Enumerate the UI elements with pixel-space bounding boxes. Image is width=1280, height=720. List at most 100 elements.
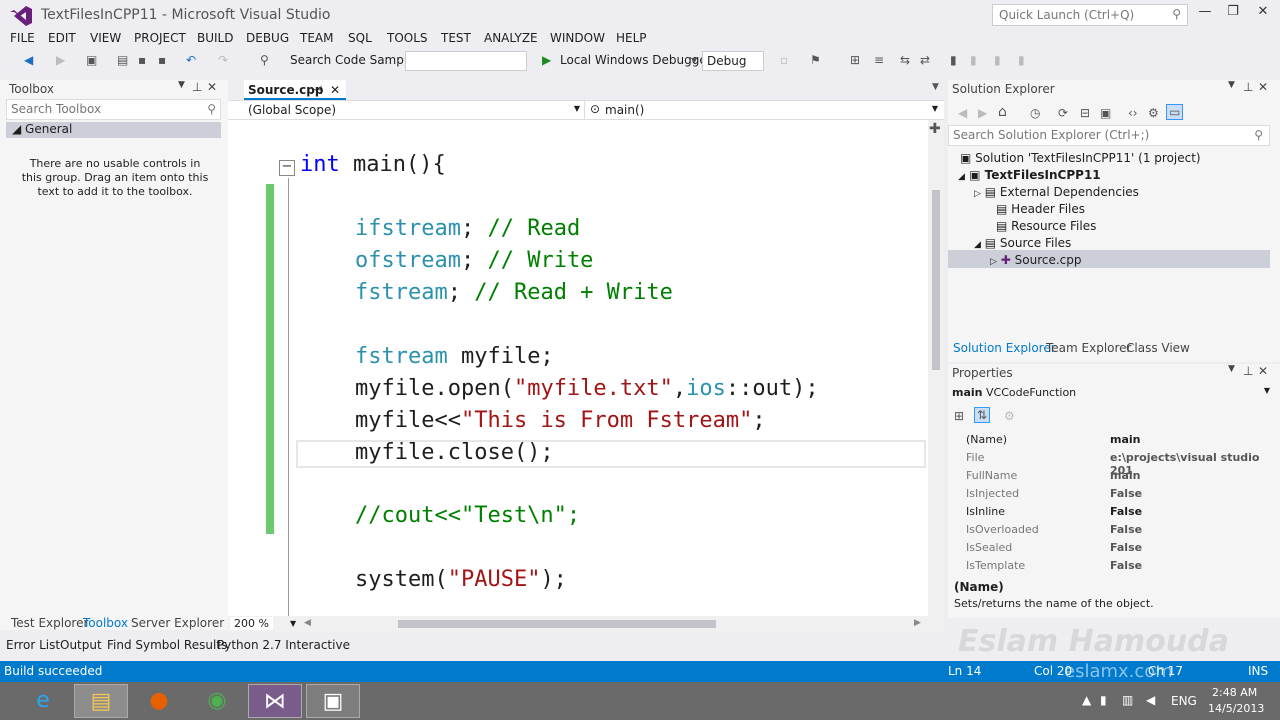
forward-icon[interactable]: ▶	[978, 106, 987, 120]
maximize-button[interactable]: ❐	[1218, 4, 1248, 24]
tab-class-view[interactable]: Class View	[1126, 341, 1190, 355]
home-icon[interactable]: ⌂	[998, 104, 1007, 120]
scroll-left-icon[interactable]: ◀	[304, 618, 311, 628]
config-select[interactable]: Debug	[702, 51, 764, 71]
refresh-icon[interactable]: ⟳	[1058, 106, 1068, 120]
tab-server-explorer[interactable]: Server Explorer	[131, 616, 224, 630]
minimize-button[interactable]: —	[1190, 4, 1220, 24]
tab-error-list[interactable]: Error List	[6, 638, 60, 652]
toolbox-search-input[interactable]: Search Toolbox ⚲	[6, 99, 221, 120]
quick-launch-input[interactable]: Quick Launch (Ctrl+Q) ⚲	[992, 4, 1188, 26]
close-button[interactable]: ✕	[1248, 4, 1278, 24]
back-icon[interactable]: ◀	[24, 53, 33, 67]
vertical-scrollbar[interactable]	[928, 120, 944, 616]
close-icon[interactable]: ✕	[207, 80, 217, 94]
menu-file[interactable]: FILE	[10, 31, 35, 45]
toolbar-icon-6[interactable]: ⇄	[920, 53, 930, 67]
toolbar-icon-3[interactable]: ⊞	[850, 53, 860, 67]
tree-item-solution[interactable]: ▣ Solution 'TextFilesInCPP11' (1 project…	[960, 151, 1201, 165]
volume-icon[interactable]: ◀	[1146, 693, 1155, 707]
toolbar-icon-2[interactable]: ⚑	[810, 53, 821, 67]
dropdown-icon[interactable]: ▼	[1228, 364, 1235, 374]
scroll-thumb[interactable]	[398, 620, 716, 628]
code-editor[interactable]	[228, 120, 928, 616]
menu-test[interactable]: TEST	[441, 31, 471, 45]
network-icon[interactable]: ▥	[1122, 693, 1133, 707]
preview-icon[interactable]: ▭	[1166, 104, 1184, 120]
categorized-icon[interactable]: ⊞	[954, 409, 964, 423]
tray-arrow-icon[interactable]: ▲	[1082, 693, 1091, 707]
internet-explorer-icon[interactable]: e	[16, 684, 70, 718]
dropdown-icon[interactable]: ▼	[1228, 80, 1235, 90]
chrome-icon[interactable]: ◉	[190, 684, 244, 718]
chevron-down-icon[interactable]: ▼	[691, 56, 697, 65]
tree-item-source-files[interactable]: ◢ ▤ Source Files	[974, 236, 1071, 250]
forward-icon[interactable]: ▶	[56, 53, 65, 67]
bookmark-prev-icon[interactable]: ▮	[970, 53, 977, 67]
save-icon[interactable]: ▪	[138, 53, 146, 67]
scope-select[interactable]: (Global Scope) ▼	[228, 101, 585, 119]
debugger-button[interactable]: Local Windows Debugger	[560, 53, 712, 67]
horizontal-scrollbar[interactable]: 200 % ▼ ◀ ▶	[228, 616, 944, 632]
menu-view[interactable]: VIEW	[90, 31, 121, 45]
toolbar-icon-1[interactable]: ▫	[780, 53, 788, 67]
tree-item-header-files[interactable]: ▤ Header Files	[996, 202, 1085, 216]
tab-test-explorer[interactable]: Test Explorer	[11, 616, 88, 630]
tree-item-external-deps[interactable]: ▷ ▤ External Dependencies	[974, 185, 1139, 199]
menu-tools[interactable]: TOOLS	[387, 31, 428, 45]
show-all-files-icon[interactable]: ▣	[1100, 106, 1111, 120]
collapse-all-icon[interactable]: ⊟	[1080, 106, 1090, 120]
toolbar-icon-5[interactable]: ⇆	[900, 53, 910, 67]
tab-toolbox[interactable]: Toolbox	[83, 616, 128, 630]
tree-item-project[interactable]: ◢ ▣ TextFilesInCPP11	[958, 168, 1101, 182]
sync-icon[interactable]: ◷	[1030, 106, 1040, 120]
tree-item-resource-files[interactable]: ▤ Resource Files	[996, 219, 1096, 233]
file-explorer-icon[interactable]: ▤	[74, 684, 128, 718]
alphabetical-icon[interactable]: ⇅	[974, 407, 991, 423]
tab-team-explorer[interactable]: Team Explorer	[1046, 341, 1132, 355]
menu-team[interactable]: TEAM	[300, 31, 333, 45]
firefox-icon[interactable]: ●	[132, 684, 186, 718]
menu-edit[interactable]: EDIT	[48, 31, 76, 45]
menu-window[interactable]: WINDOW	[550, 31, 605, 45]
view-code-icon[interactable]: ‹›	[1128, 106, 1138, 120]
menu-build[interactable]: BUILD	[197, 31, 233, 45]
start-debug-icon[interactable]: ▶	[542, 53, 551, 67]
media-app-icon[interactable]: ▣	[306, 684, 360, 718]
scroll-right-icon[interactable]: ▶	[914, 618, 921, 628]
tab-output[interactable]: Output	[60, 638, 102, 652]
bookmark-clear-icon[interactable]: ▮	[1018, 53, 1025, 67]
search-samples-input[interactable]	[405, 51, 527, 71]
pin-icon[interactable]: ⊥	[1243, 364, 1253, 378]
tab-python-interactive[interactable]: Python 2.7 Interactive	[217, 638, 350, 652]
split-icon[interactable]: ✚	[929, 121, 941, 137]
tab-find-symbol-results[interactable]: Find Symbol Results	[107, 638, 227, 652]
close-icon[interactable]: ✕	[1258, 80, 1268, 94]
menu-sql[interactable]: SQL	[348, 31, 372, 45]
back-icon[interactable]: ◀	[958, 106, 967, 120]
close-tab-icon[interactable]: ✕	[330, 83, 340, 97]
tab-source-cpp[interactable]: Source.cpp ⊣ ✕	[244, 80, 346, 100]
toolbar-icon-4[interactable]: ≡	[874, 53, 884, 67]
dropdown-icon[interactable]: ▼	[178, 80, 185, 90]
menu-debug[interactable]: DEBUG	[246, 31, 289, 45]
object-select[interactable]: main VCCodeFunction ▼	[952, 386, 1270, 402]
tab-list-icon[interactable]: ▼	[932, 82, 939, 92]
undo-icon[interactable]: ↶	[186, 53, 196, 67]
pin-icon[interactable]: ⊥	[192, 80, 202, 94]
toolbox-group-general[interactable]: ◢ General	[6, 122, 221, 138]
collapse-icon[interactable]: −	[279, 160, 295, 176]
scroll-thumb[interactable]	[932, 190, 940, 370]
menu-analyze[interactable]: ANALYZE	[484, 31, 538, 45]
menu-project[interactable]: PROJECT	[134, 31, 186, 45]
bookmark-icon[interactable]: ▮	[950, 53, 957, 67]
find-icon[interactable]: ⚲	[260, 53, 269, 67]
pin-icon[interactable]: ⊣	[312, 83, 322, 97]
menu-help[interactable]: HELP	[616, 31, 647, 45]
new-project-icon[interactable]: ▣	[86, 53, 97, 67]
tree-item-source-cpp[interactable]: ▷ ✚ Source.cpp	[990, 253, 1082, 267]
visual-studio-icon[interactable]: ⋈	[248, 684, 302, 718]
save-all-icon[interactable]: ▪	[158, 53, 166, 67]
zoom-level[interactable]: 200 %	[230, 617, 273, 630]
solution-search-input[interactable]: Search Solution Explorer (Ctrl+;) ⚲	[948, 125, 1270, 146]
